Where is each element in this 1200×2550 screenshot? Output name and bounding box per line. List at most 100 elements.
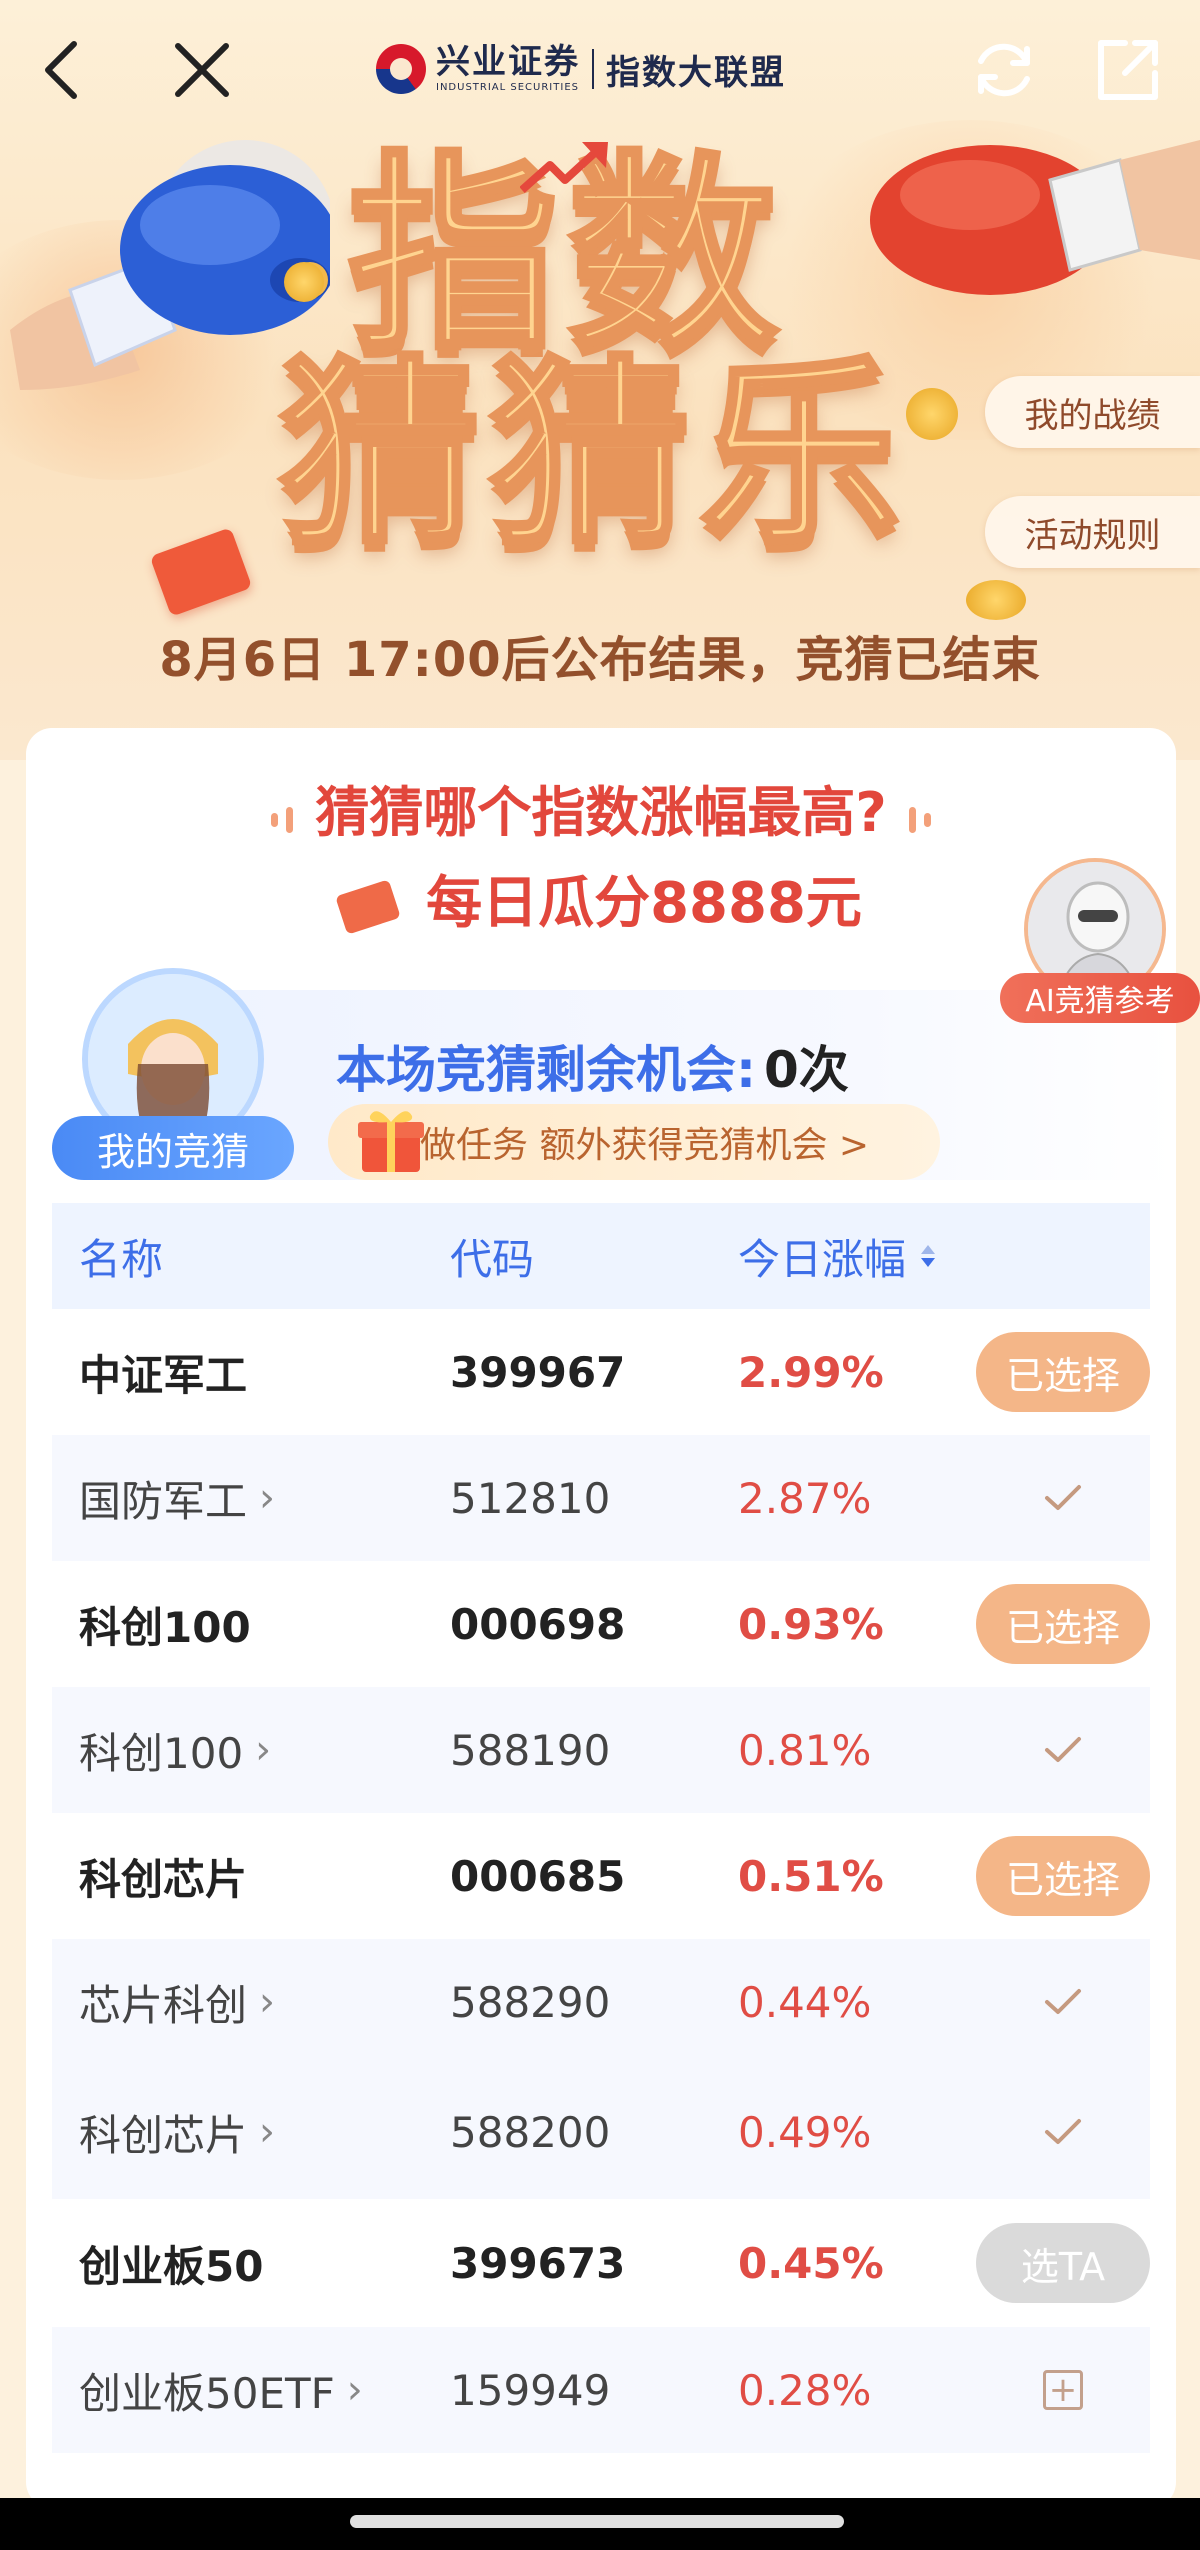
row-code: 000685 xyxy=(450,1851,626,1901)
row-change: 2.87% xyxy=(738,1473,872,1523)
row-name: 科创芯片 xyxy=(79,2110,248,2160)
row-name: 中证军工 xyxy=(79,1350,248,1400)
row-change: 0.28% xyxy=(738,2365,872,2415)
table-row[interactable]: 创业板50ETF › 159949 0.28% + xyxy=(52,2327,1150,2453)
gift-icon xyxy=(358,1111,424,1172)
home-indicator[interactable] xyxy=(350,2515,844,2528)
row-action: 选TA xyxy=(976,2223,1150,2303)
selected-button[interactable]: 已选择 xyxy=(976,1836,1150,1916)
row-name: 科创100 xyxy=(79,1602,251,1652)
alliance-title: 指数大联盟 xyxy=(606,52,786,93)
checkmark-icon[interactable] xyxy=(1043,1483,1083,1513)
checkmark-icon[interactable] xyxy=(1043,2117,1083,2147)
chevron-right-icon: › xyxy=(259,1475,276,1521)
table-row[interactable]: 国防军工 › 512810 2.87% xyxy=(52,1435,1150,1561)
table-row[interactable]: 芯片科创 › 588290 0.44% xyxy=(52,1939,1150,2065)
row-name: 科创100 xyxy=(79,1728,244,1778)
row-action xyxy=(976,2117,1150,2147)
selected-button[interactable]: 已选择 xyxy=(976,1584,1150,1664)
chance-info: 本场竞猜剩余机会: 0次 xyxy=(336,1030,849,1102)
row-name: 创业板50 xyxy=(79,2241,264,2291)
brand-name: 兴业证券 INDUSTRIAL SECURITIES xyxy=(436,45,580,93)
selected-button[interactable]: 已选择 xyxy=(976,1332,1150,1412)
row-action xyxy=(976,1483,1150,1513)
task-button[interactable]: 做任务 额外获得竞猜机会 > xyxy=(328,1104,940,1180)
table-row[interactable]: 科创100 › 588190 0.81% xyxy=(52,1687,1150,1813)
row-code: 000698 xyxy=(450,1599,626,1649)
chevron-right-icon: › xyxy=(259,2109,276,2155)
red-boxing-glove-icon xyxy=(870,140,1200,295)
row-name-cell: 科创100 › xyxy=(52,1720,450,1781)
row-name: 芯片科创 xyxy=(79,1980,248,2030)
brand-name-en: INDUSTRIAL SECURITIES xyxy=(436,82,579,93)
row-name: 创业板50ETF xyxy=(79,2368,335,2418)
choose-button[interactable]: 选TA xyxy=(976,2223,1150,2303)
row-code: 512810 xyxy=(450,1473,611,1523)
share-button[interactable] xyxy=(1088,30,1168,110)
red-envelope-icon xyxy=(335,879,401,935)
back-button[interactable] xyxy=(22,30,102,110)
coin-icon xyxy=(284,262,324,302)
close-button[interactable] xyxy=(162,30,242,110)
row-name: 科创芯片 xyxy=(79,1854,248,1904)
result-notice: 8月6日 17:00后公布结果，竞猜已结束 xyxy=(159,632,1041,688)
row-change: 0.45% xyxy=(738,2238,884,2288)
row-action: 已选择 xyxy=(976,1584,1150,1664)
refresh-icon xyxy=(978,43,1030,97)
decor-bars-icon xyxy=(905,785,935,848)
table-row[interactable]: 科创芯片 › 588200 0.49% xyxy=(52,2065,1150,2199)
task-text: 做任务 额外获得竞猜机会 > xyxy=(420,1125,870,1166)
trend-arrow-icon xyxy=(520,142,608,193)
share-icon xyxy=(1098,40,1158,100)
checkmark-icon[interactable] xyxy=(1043,1987,1083,2017)
row-name-cell: 国防军工 › xyxy=(52,1468,450,1529)
chevron-right-icon: › xyxy=(346,2367,363,2413)
row-code: 399967 xyxy=(450,1347,626,1397)
header-change[interactable]: 今日涨幅 xyxy=(738,1226,976,1287)
index-table: 名称 代码 今日涨幅 中证军工 399967 2.99% 已选择 国防军工 › 5… xyxy=(52,1203,1150,2453)
decor-bars-icon xyxy=(267,785,297,848)
prize-text: 每日瓜分8888元 xyxy=(426,871,862,936)
checkmark-icon[interactable] xyxy=(1043,1735,1083,1765)
header-name: 名称 xyxy=(79,1234,164,1284)
red-envelope-icon xyxy=(149,527,253,617)
table-row[interactable]: 科创100 000698 0.93% 已选择 xyxy=(52,1561,1150,1687)
navbar: 兴业证券 INDUSTRIAL SECURITIES 指数大联盟 xyxy=(0,0,1200,140)
coin-icon xyxy=(906,388,958,440)
table-row[interactable]: 创业板50 399673 0.45% 选TA xyxy=(52,2199,1150,2327)
table-row[interactable]: 科创芯片 000685 0.51% 已选择 xyxy=(52,1813,1150,1939)
row-action: 已选择 xyxy=(976,1836,1150,1916)
sort-icon xyxy=(921,1245,936,1267)
row-change: 0.93% xyxy=(738,1599,884,1649)
plus-icon[interactable]: + xyxy=(1043,2370,1083,2410)
row-code: 588190 xyxy=(450,1725,611,1775)
chevron-right-icon: › xyxy=(259,1979,276,2025)
guess-card: 猜猜哪个指数涨幅最高? 每日瓜分8888元 AI竞猜参考 我的竞猜 本场竞猜剩余… xyxy=(26,728,1200,2508)
my-record-button[interactable]: 我的战绩 xyxy=(985,376,1200,448)
brand-divider xyxy=(592,49,594,89)
question-text: 猜猜哪个指数涨幅最高? xyxy=(315,781,887,844)
my-guess-button[interactable]: 我的竞猜 xyxy=(52,1116,294,1180)
row-change: 0.81% xyxy=(738,1725,872,1775)
refresh-button[interactable] xyxy=(964,30,1044,110)
row-code: 159949 xyxy=(450,2365,611,2415)
chance-label: 本场竞猜剩余机会: xyxy=(336,1041,756,1099)
back-arrow-icon xyxy=(45,41,77,99)
header-code: 代码 xyxy=(450,1234,535,1284)
coin-icon xyxy=(966,580,1026,620)
row-action xyxy=(976,1735,1150,1765)
row-code: 399673 xyxy=(450,2238,626,2288)
ai-reference-button[interactable]: AI竞猜参考 xyxy=(1000,858,1200,1033)
brand-name-cn: 兴业证券 xyxy=(436,42,580,82)
row-name: 国防军工 xyxy=(79,1476,248,1526)
rules-button[interactable]: 活动规则 xyxy=(985,496,1200,568)
row-code: 588290 xyxy=(450,1977,611,2027)
row-change: 0.51% xyxy=(738,1851,884,1901)
table-row[interactable]: 中证军工 399967 2.99% 已选择 xyxy=(52,1309,1150,1435)
row-change: 2.99% xyxy=(738,1347,884,1397)
row-name-cell: 创业板50ETF › xyxy=(52,2360,450,2421)
row-name-cell: 科创芯片 › xyxy=(52,2102,450,2163)
hero-title-line2: 猜猜乐 xyxy=(277,337,911,572)
table-header: 名称 代码 今日涨幅 xyxy=(52,1203,1150,1309)
row-name-cell: 芯片科创 › xyxy=(52,1972,450,2033)
